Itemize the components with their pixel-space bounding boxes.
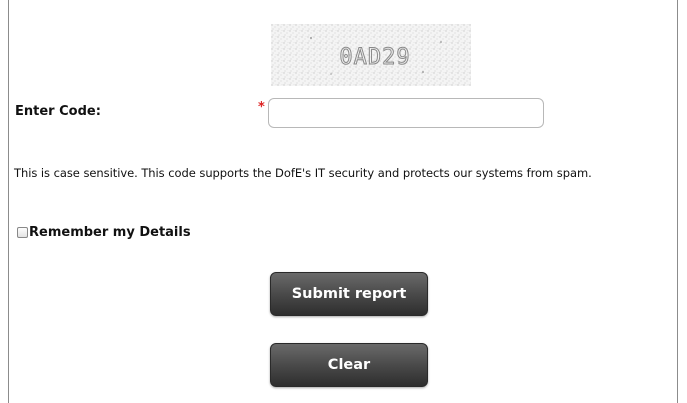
captcha-help-text: This is case sensitive. This code suppor… xyxy=(14,166,592,180)
remember-details-label: Remember my Details xyxy=(29,225,191,240)
required-asterisk: * xyxy=(258,100,265,115)
captcha-image: 0AD29 xyxy=(271,24,471,86)
remember-details-checkbox[interactable] xyxy=(17,227,28,238)
remember-details-option[interactable]: Remember my Details xyxy=(17,225,191,240)
clear-button[interactable]: Clear xyxy=(270,343,428,387)
report-form-panel: 0AD29 Enter Code: * This is case sensiti… xyxy=(8,0,678,403)
captcha-text: 0AD29 xyxy=(339,45,410,70)
enter-code-label: Enter Code: xyxy=(15,104,101,119)
captcha-code-input[interactable] xyxy=(268,98,544,128)
submit-report-button[interactable]: Submit report xyxy=(270,272,428,316)
